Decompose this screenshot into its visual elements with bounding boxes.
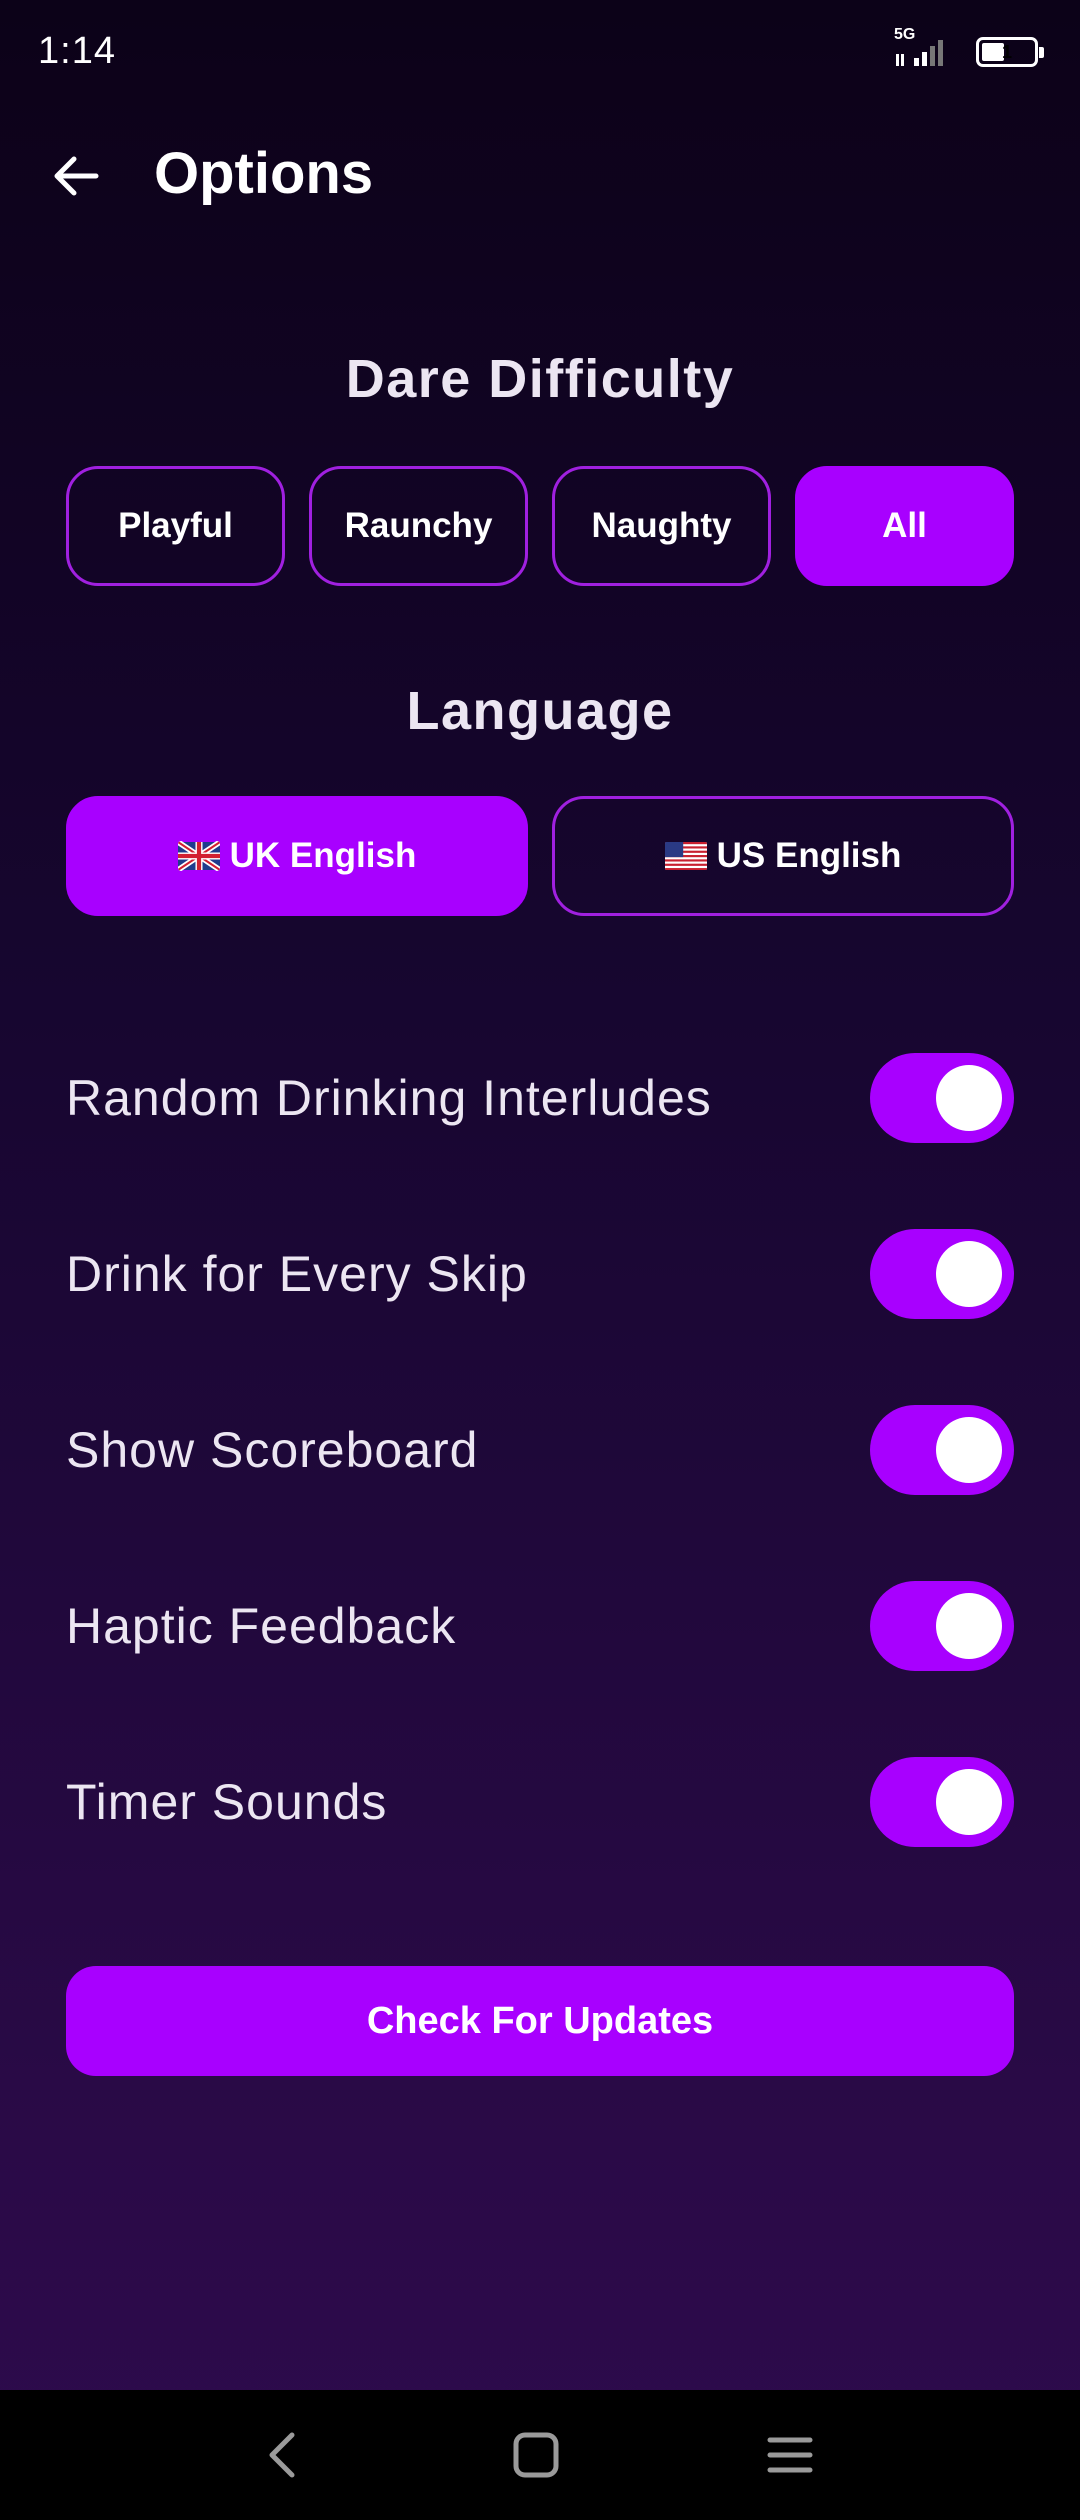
difficulty-options: Playful Raunchy Naughty All bbox=[66, 466, 1014, 586]
difficulty-all-button[interactable]: All bbox=[795, 466, 1014, 586]
toggle-knob bbox=[936, 1769, 1002, 1835]
setting-label: Drink for Every Skip bbox=[66, 1246, 528, 1302]
status-bar: 1:14 5G 1 bbox=[0, 0, 1080, 104]
setting-label: Random Drinking Interludes bbox=[66, 1070, 712, 1126]
toggle-knob bbox=[936, 1241, 1002, 1307]
status-icons: 5G 1 bbox=[892, 26, 1044, 74]
difficulty-raunchy-button[interactable]: Raunchy bbox=[309, 466, 528, 586]
options-screen: 1:14 5G 1 Options Dare Difficulty Playfu… bbox=[0, 0, 1080, 2520]
timer-sounds-toggle[interactable] bbox=[870, 1757, 1014, 1847]
setting-label: Timer Sounds bbox=[66, 1774, 388, 1830]
nav-menu-icon bbox=[767, 2437, 813, 2473]
setting-row-show-scoreboard: Show Scoreboard bbox=[66, 1405, 1014, 1495]
toggle-knob bbox=[936, 1065, 1002, 1131]
nav-home-button[interactable] bbox=[496, 2415, 576, 2495]
setting-row-haptic-feedback: Haptic Feedback bbox=[66, 1581, 1014, 1671]
language-uk-button[interactable]: UK English bbox=[66, 796, 528, 916]
setting-row-drink-for-every-skip: Drink for Every Skip bbox=[66, 1229, 1014, 1319]
haptic-feedback-toggle[interactable] bbox=[870, 1581, 1014, 1671]
show-scoreboard-toggle[interactable] bbox=[870, 1405, 1014, 1495]
language-uk-label: UK English bbox=[229, 836, 417, 875]
language-us-button[interactable]: US English bbox=[552, 796, 1014, 916]
difficulty-naughty-button[interactable]: Naughty bbox=[552, 466, 771, 586]
nav-menu-button[interactable] bbox=[750, 2415, 830, 2495]
battery-icon: 1 bbox=[976, 37, 1044, 67]
setting-label: Show Scoreboard bbox=[66, 1422, 479, 1478]
system-nav-bar bbox=[0, 2390, 1080, 2520]
check-for-updates-button[interactable]: Check For Updates bbox=[66, 1966, 1014, 2076]
toggle-knob bbox=[936, 1593, 1002, 1659]
status-time: 1:14 bbox=[38, 30, 116, 72]
difficulty-heading: Dare Difficulty bbox=[345, 349, 735, 409]
language-heading: Language bbox=[406, 681, 674, 741]
nav-home-icon bbox=[513, 2432, 559, 2478]
setting-row-random-drinking-interludes: Random Drinking Interludes bbox=[66, 1053, 1014, 1143]
drink-for-every-skip-toggle[interactable] bbox=[870, 1229, 1014, 1319]
setting-label: Haptic Feedback bbox=[66, 1598, 457, 1654]
language-us-label: US English bbox=[716, 836, 902, 875]
arrow-left-icon bbox=[54, 156, 99, 196]
back-button[interactable] bbox=[44, 144, 108, 208]
nav-back-icon bbox=[269, 2432, 295, 2478]
random-drinking-interludes-toggle[interactable] bbox=[870, 1053, 1014, 1143]
us-flag-icon bbox=[664, 842, 707, 870]
language-options: UK English US English bbox=[66, 796, 1014, 916]
uk-flag-icon bbox=[177, 841, 220, 871]
nav-back-button[interactable] bbox=[242, 2415, 322, 2495]
page-title: Options bbox=[154, 141, 374, 206]
setting-row-timer-sounds: Timer Sounds bbox=[66, 1757, 1014, 1847]
signal-icon: 5G bbox=[892, 26, 958, 72]
battery-level: 1 bbox=[1001, 42, 1012, 62]
difficulty-playful-button[interactable]: Playful bbox=[66, 466, 285, 586]
app-header: Options bbox=[0, 120, 1080, 228]
toggle-knob bbox=[936, 1417, 1002, 1483]
